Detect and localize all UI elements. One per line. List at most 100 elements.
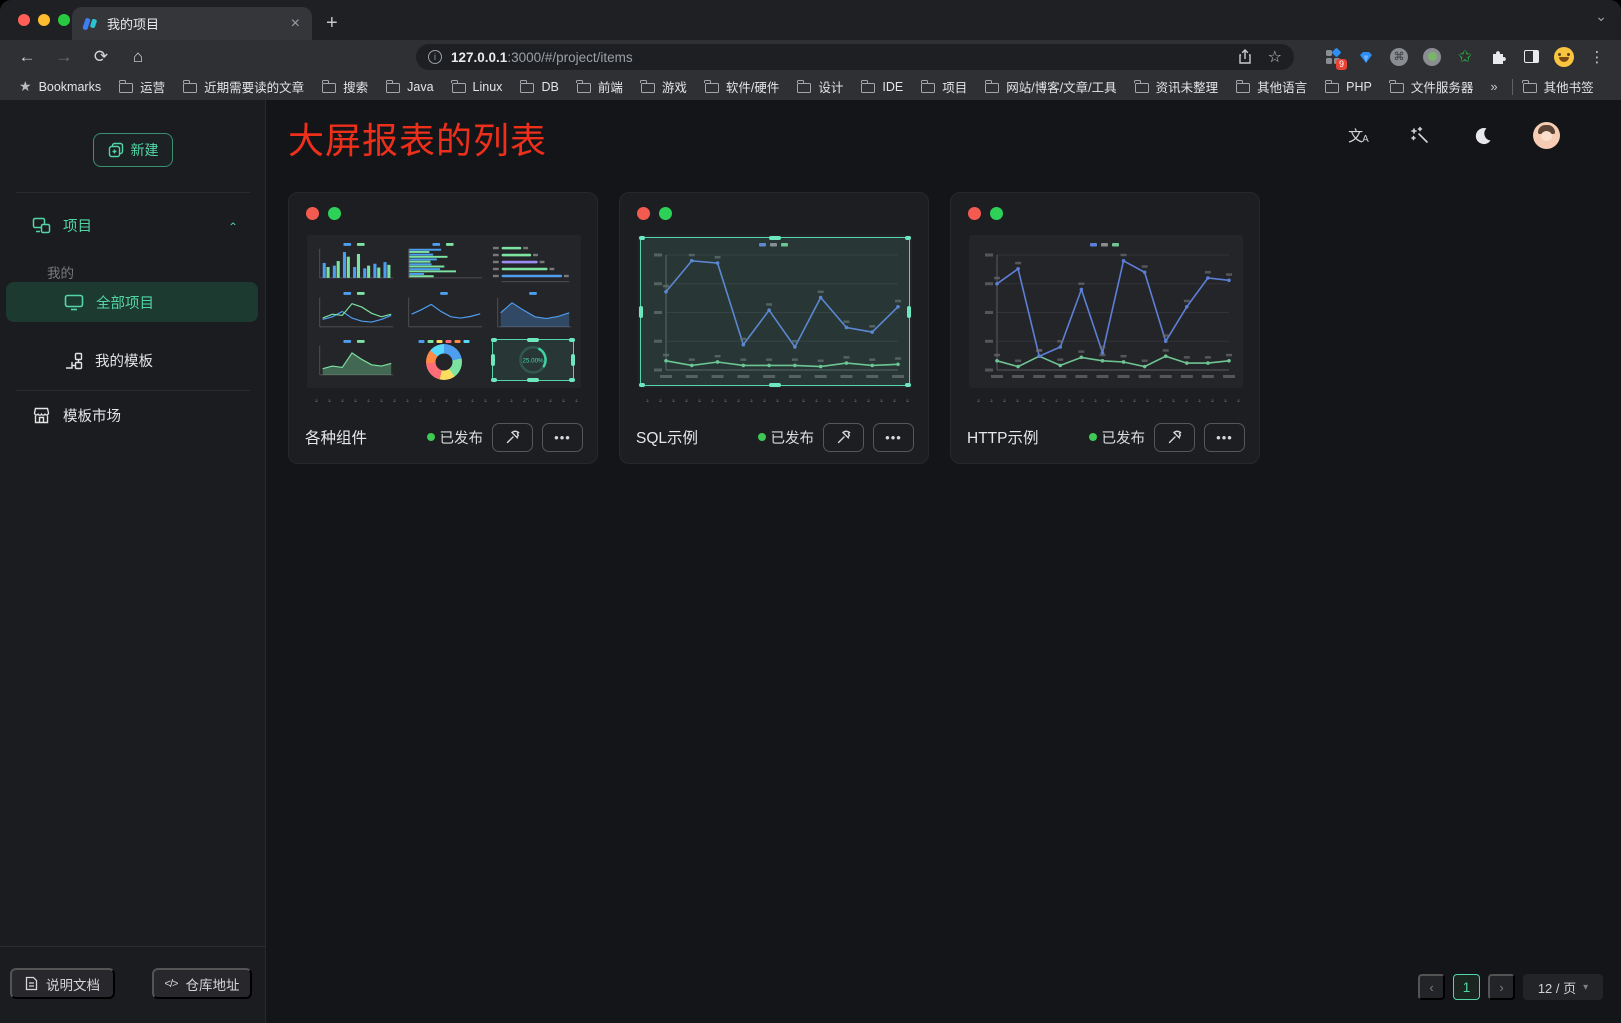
bookmark-folder[interactable]: Linux <box>452 80 503 94</box>
page-title: 大屏报表的列表 <box>288 112 547 164</box>
tab-strip: 我的项目 × + ⌄ <box>0 0 1621 40</box>
page-size-select[interactable]: 12 / 页 ▾ <box>1523 974 1603 1000</box>
status-dot <box>427 433 435 441</box>
hammer-edit-icon <box>505 429 521 445</box>
mini-chart-line2 <box>313 290 397 334</box>
more-button[interactable]: ••• <box>873 423 914 452</box>
bookmark-folder[interactable]: 软件/硬件 <box>705 77 779 96</box>
more-button[interactable]: ••• <box>1204 423 1245 452</box>
chevron-up-icon[interactable]: ⌃ <box>228 221 238 234</box>
bookmark-folder[interactable]: DB <box>520 80 558 94</box>
reload-button[interactable]: ⟳ <box>91 47 111 67</box>
main-content: 大屏报表的列表 文A 25.00% 各种组 <box>267 100 1621 1023</box>
side-panel-icon[interactable] <box>1521 47 1541 67</box>
mini-chart-area1 <box>491 290 575 334</box>
bookmark-folder[interactable]: 运营 <box>119 77 165 96</box>
site-info-icon[interactable]: i <box>428 50 442 64</box>
bookmarks-bar: ★ Bookmarks 运营近期需要读的文章搜索 Java Linux DB 前端游戏软… <box>0 73 1621 100</box>
sidebar-item-template-market[interactable]: 模板市场 <box>32 405 121 426</box>
document-icon <box>25 976 38 991</box>
prev-page-button[interactable]: ‹ <box>1418 974 1445 1000</box>
project-card[interactable]: 25.00% 各种组件 已发布 ••• <box>288 192 598 464</box>
other-bookmarks-folder[interactable]: 其他书签 <box>1523 77 1594 96</box>
puzzle-extension-icon[interactable] <box>1488 47 1508 67</box>
mini-chart-gauge: 25.00% <box>491 338 575 382</box>
sidebar-section-project[interactable]: 项目 <box>32 215 92 236</box>
bookmark-folder[interactable]: 网站/博客/文章/工具 <box>985 77 1116 96</box>
card-title: HTTP示例 <box>967 426 1038 448</box>
bookmark-folder[interactable]: 设计 <box>797 77 843 96</box>
goview-favicon-icon <box>82 16 98 32</box>
widgets-preview: 25.00% <box>313 241 575 382</box>
bookmark-folder[interactable]: PHP <box>1325 80 1372 94</box>
browser-tab[interactable]: 我的项目 × <box>72 7 312 40</box>
window-close-button[interactable] <box>18 14 30 26</box>
status-badge: 已发布 <box>758 427 815 448</box>
bookmark-folder[interactable]: 项目 <box>921 77 967 96</box>
bookmark-folder[interactable]: IDE <box>861 80 903 94</box>
bookmarks-star-icon: ★ <box>19 78 32 95</box>
monitor-icon <box>64 294 84 311</box>
command-extension-icon[interactable]: ⌘ <box>1389 47 1409 67</box>
docs-button[interactable]: 说明文档 <box>10 968 115 999</box>
browser-menu-icon[interactable]: ⋮ <box>1587 47 1607 67</box>
repo-button[interactable]: </> 仓库地址 <box>152 968 252 999</box>
status-dot <box>758 433 766 441</box>
bookmark-folder[interactable]: 前端 <box>577 77 623 96</box>
more-button[interactable]: ••• <box>542 423 583 452</box>
next-page-button[interactable]: › <box>1488 974 1515 1000</box>
sidebar-item-my-templates[interactable]: 我的模板 <box>64 350 153 371</box>
bookmark-folder[interactable]: Java <box>386 80 433 94</box>
window-minimize-button[interactable] <box>38 14 50 26</box>
folder-icon <box>183 83 197 93</box>
edit-button[interactable] <box>492 423 533 452</box>
address-bar[interactable]: i 127.0.0.1:3000/#/project/items ☆ <box>416 44 1294 70</box>
window-zoom-button[interactable] <box>58 14 70 26</box>
project-card[interactable]: HTTP示例 已发布 ••• <box>950 192 1260 464</box>
gem-extension-icon[interactable] <box>1356 47 1376 67</box>
dotted-line <box>638 399 912 402</box>
code-brackets-icon: </> <box>165 978 178 990</box>
profile-avatar-icon[interactable] <box>1554 47 1574 67</box>
moon-icon[interactable] <box>1471 124 1495 148</box>
share-icon[interactable] <box>1238 49 1252 65</box>
bookmark-folder[interactable]: 文件服务器 <box>1390 77 1474 96</box>
user-avatar[interactable] <box>1533 122 1560 149</box>
folder-icon <box>797 83 811 93</box>
folder-icon <box>1325 83 1339 93</box>
tab-close-icon[interactable]: × <box>289 16 302 32</box>
edit-button[interactable] <box>1154 423 1195 452</box>
mini-chart-capsule <box>491 241 575 285</box>
bookmark-folder[interactable]: 搜索 <box>322 77 368 96</box>
sidebar-item-all-projects[interactable]: 全部项目 <box>6 282 258 322</box>
forward-button[interactable]: → <box>54 47 74 67</box>
new-tab-button[interactable]: + <box>326 10 338 36</box>
bookmark-folder[interactable]: 资讯未整理 <box>1135 77 1219 96</box>
bookmark-item[interactable]: ★ Bookmarks <box>19 78 101 95</box>
project-card[interactable]: SQL示例 已发布 ••• <box>619 192 929 464</box>
home-button[interactable]: ⌂ <box>128 47 148 67</box>
goview-app: 新建 项目 ⌃ 我的 全部项目 <box>0 100 1621 1023</box>
folder-icon <box>705 83 719 93</box>
mini-chart-area2 <box>313 338 397 382</box>
extension-squares-icon[interactable]: 9 <box>1323 47 1343 67</box>
bookmark-folder[interactable]: 近期需要读的文章 <box>183 77 304 96</box>
browser-toolbar: ← → ⟳ ⌂ i 127.0.0.1:3000/#/project/items… <box>0 40 1621 73</box>
edit-button[interactable] <box>823 423 864 452</box>
tab-search-chevron-icon[interactable]: ⌄ <box>1595 8 1607 25</box>
bookmark-folder[interactable]: 其他语言 <box>1236 77 1307 96</box>
folder-icon <box>1236 83 1250 93</box>
green-star-extension-icon[interactable]: ✩ <box>1455 47 1475 67</box>
card-thumbnail: 25.00% <box>307 235 581 388</box>
new-project-button[interactable]: 新建 <box>93 133 173 167</box>
bookmark-star-icon[interactable]: ☆ <box>1268 47 1282 67</box>
translate-icon[interactable]: 文A <box>1347 124 1371 148</box>
folder-icon <box>119 83 133 93</box>
current-page-button[interactable]: 1 <box>1453 974 1480 1000</box>
bookmarks-overflow-chevron[interactable]: » <box>1490 79 1497 94</box>
magic-wand-icon[interactable] <box>1409 124 1433 148</box>
record-extension-icon[interactable] <box>1422 47 1442 67</box>
folder-icon <box>520 83 534 93</box>
bookmark-folder[interactable]: 游戏 <box>641 77 687 96</box>
back-button[interactable]: ← <box>17 47 37 67</box>
